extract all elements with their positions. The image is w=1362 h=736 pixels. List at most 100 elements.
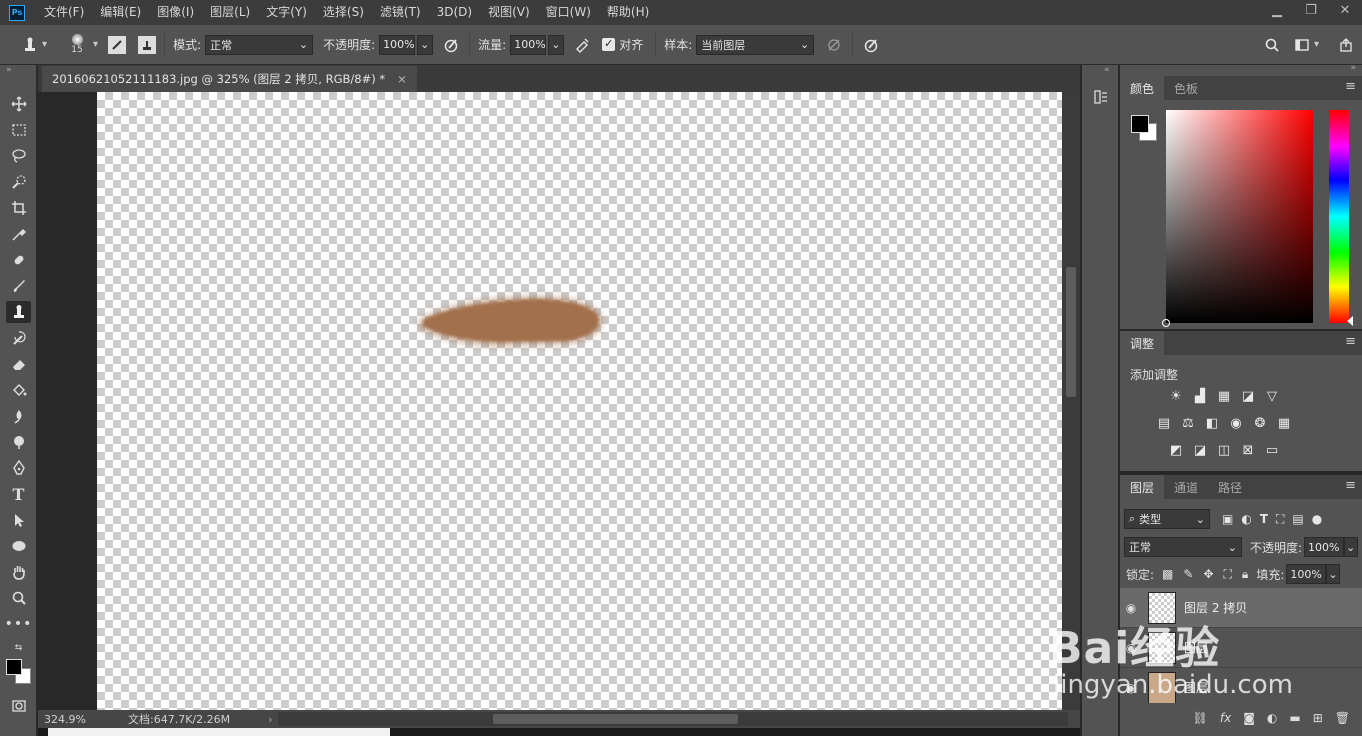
- invert-icon[interactable]: ◩: [1164, 441, 1188, 461]
- opacity-input[interactable]: 100%: [379, 34, 416, 55]
- chevron-down-icon[interactable]: ▾: [93, 39, 98, 50]
- delete-layer-icon[interactable]: 🗑︎: [1335, 711, 1350, 725]
- quick-mask-icon[interactable]: [6, 695, 31, 717]
- color-field[interactable]: [1162, 110, 1313, 327]
- tab-swatches[interactable]: 色板: [1164, 76, 1208, 100]
- link-layers-icon[interactable]: ⛓: [1193, 711, 1208, 725]
- vertical-scroll-thumb[interactable]: [1066, 267, 1076, 397]
- pen-tool-icon[interactable]: [6, 457, 31, 479]
- canvas[interactable]: [97, 92, 1062, 710]
- search-icon[interactable]: [1262, 35, 1282, 55]
- layer-name[interactable]: 图层 2 拷贝: [1184, 599, 1247, 616]
- new-layer-icon[interactable]: ⊞: [1313, 711, 1323, 725]
- horizontal-scroll-thumb[interactable]: [493, 714, 738, 724]
- hue-slider-handle[interactable]: [1347, 316, 1353, 326]
- hand-tool-icon[interactable]: [6, 561, 31, 583]
- type-tool-icon[interactable]: T: [6, 483, 31, 505]
- airbrush-icon[interactable]: [572, 35, 592, 55]
- vibrance-icon[interactable]: ▽: [1260, 387, 1284, 407]
- menu-view[interactable]: 视图(V): [480, 0, 538, 25]
- lock-pixels-icon[interactable]: ✎: [1183, 567, 1193, 581]
- lock-transparent-icon[interactable]: ▩: [1162, 567, 1173, 581]
- menu-select[interactable]: 选择(S): [315, 0, 372, 25]
- fill-dropdown[interactable]: ⌄: [1326, 564, 1341, 584]
- layer-name[interactable]: 图层: [1184, 639, 1208, 656]
- align-checkbox[interactable]: ✓: [602, 38, 616, 51]
- paint-bucket-tool-icon[interactable]: [6, 379, 31, 401]
- restore-button[interactable]: ❐: [1294, 0, 1328, 25]
- gradient-map-icon[interactable]: ▭: [1260, 441, 1284, 461]
- minimize-button[interactable]: ▁: [1260, 0, 1294, 25]
- flow-dropdown[interactable]: ⌄: [548, 34, 565, 55]
- layer-opacity-dropdown[interactable]: ⌄: [1344, 537, 1359, 557]
- quick-selection-tool-icon[interactable]: [6, 171, 31, 193]
- history-brush-tool-icon[interactable]: [6, 327, 31, 349]
- filter-smart-object-icon[interactable]: ▤: [1292, 512, 1303, 527]
- menu-file[interactable]: 文件(F): [36, 0, 92, 25]
- filter-adjustment-icon[interactable]: ◐: [1241, 512, 1251, 527]
- move-tool-icon[interactable]: [6, 93, 31, 115]
- chevron-down-icon[interactable]: ▾: [42, 39, 47, 50]
- filter-type-icon[interactable]: T: [1260, 512, 1268, 527]
- horizontal-scrollbar[interactable]: [278, 712, 1068, 726]
- eraser-tool-icon[interactable]: [6, 353, 31, 375]
- collapse-icon[interactable]: »: [6, 65, 12, 75]
- posterize-icon[interactable]: ◪: [1188, 441, 1212, 461]
- clone-stamp-tool-icon[interactable]: [6, 301, 31, 323]
- menu-layer[interactable]: 图层(L): [202, 0, 258, 25]
- visibility-eye-icon[interactable]: ◉: [1120, 641, 1142, 655]
- color-lookup-icon[interactable]: ▦: [1272, 414, 1296, 434]
- sample-select[interactable]: 当前图层 ⌄: [696, 34, 815, 55]
- crop-tool-icon[interactable]: [6, 197, 31, 219]
- zoom-level[interactable]: 324.9%: [44, 713, 114, 726]
- filter-shape-icon[interactable]: ⛶: [1276, 512, 1284, 527]
- status-menu-icon[interactable]: ›: [268, 713, 272, 726]
- foreground-color-swatch-top[interactable]: [6, 659, 22, 675]
- filter-toggle-icon[interactable]: ●: [1312, 512, 1322, 527]
- menu-image[interactable]: 图像(I): [149, 0, 202, 25]
- foreground-color-swatch[interactable]: [1131, 115, 1149, 133]
- collapse-panels-icon[interactable]: »: [1350, 63, 1356, 73]
- menu-window[interactable]: 窗口(W): [538, 0, 599, 25]
- blur-tool-icon[interactable]: [6, 405, 31, 427]
- expand-icon[interactable]: «: [1104, 65, 1110, 75]
- hue-slider[interactable]: [1329, 110, 1353, 326]
- healing-brush-tool-icon[interactable]: [6, 249, 31, 271]
- black-white-icon[interactable]: ◧: [1200, 414, 1224, 434]
- clone-source-icon[interactable]: [138, 35, 157, 54]
- menu-edit[interactable]: 编辑(E): [92, 0, 149, 25]
- panel-menu-icon[interactable]: ≡: [1345, 334, 1356, 349]
- layer-row[interactable]: ◉ 图层: [1120, 628, 1362, 668]
- menu-type[interactable]: 文字(Y): [258, 0, 315, 25]
- color-balance-icon[interactable]: ⚖: [1176, 414, 1200, 434]
- lock-position-icon[interactable]: ✥: [1203, 567, 1213, 581]
- panel-menu-icon[interactable]: ≡: [1345, 478, 1356, 493]
- menu-filter[interactable]: 滤镜(T): [372, 0, 429, 25]
- panel-menu-icon[interactable]: ≡: [1345, 79, 1356, 94]
- layer-row[interactable]: ◉ 图层: [1120, 668, 1362, 708]
- channel-mixer-icon[interactable]: ❂: [1248, 414, 1272, 434]
- close-window-button[interactable]: ✕: [1328, 0, 1362, 25]
- new-group-icon[interactable]: ▬: [1289, 711, 1300, 725]
- path-selection-tool-icon[interactable]: [6, 509, 31, 531]
- fill-input[interactable]: 100%: [1286, 564, 1327, 584]
- curves-icon[interactable]: ▦: [1212, 387, 1236, 407]
- opacity-dropdown[interactable]: ⌄: [417, 34, 434, 55]
- brush-preset-picker[interactable]: 15: [67, 34, 87, 55]
- more-tools-icon[interactable]: •••: [5, 613, 32, 635]
- visibility-eye-icon[interactable]: ◉: [1120, 681, 1142, 695]
- threshold-icon[interactable]: ◫: [1212, 441, 1236, 461]
- zoom-tool-icon[interactable]: [6, 587, 31, 609]
- levels-icon[interactable]: ▟: [1188, 387, 1212, 407]
- menu-3d[interactable]: 3D(D): [429, 0, 480, 25]
- menu-help[interactable]: 帮助(H): [599, 0, 657, 25]
- photo-filter-icon[interactable]: ◉: [1224, 414, 1248, 434]
- tab-paths[interactable]: 路径: [1208, 475, 1252, 499]
- ignore-adjustment-layers-icon[interactable]: [824, 35, 844, 55]
- history-panel-icon[interactable]: [1091, 87, 1111, 107]
- selective-color-icon[interactable]: ⊠: [1236, 441, 1260, 461]
- layer-filter-select[interactable]: ⌕ 类型 ⌄: [1124, 509, 1210, 529]
- eyedropper-tool-icon[interactable]: [6, 223, 31, 245]
- document-tab[interactable]: 20160621052111183.jpg @ 325% (图层 2 拷贝, R…: [42, 66, 417, 92]
- vertical-scrollbar[interactable]: [1062, 92, 1080, 710]
